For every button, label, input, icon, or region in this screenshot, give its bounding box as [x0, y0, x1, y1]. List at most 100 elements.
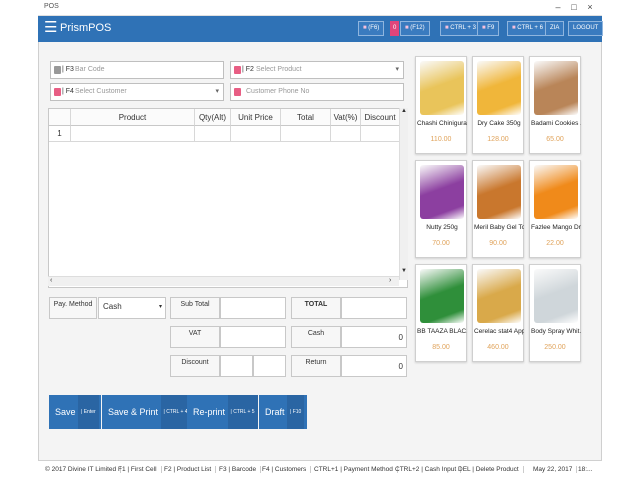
product-card[interactable]: Cerelac stat4 Appl... 460.00	[472, 264, 524, 362]
scroll-right-icon[interactable]: ›	[389, 277, 391, 284]
table-cell[interactable]	[331, 126, 361, 142]
product-field[interactable]: | F2 Select Product ▾	[230, 61, 404, 79]
cash-input[interactable]: 0	[341, 326, 407, 348]
phone-input[interactable]: Customer Phone No	[246, 88, 309, 95]
barcode-key: | F3	[62, 66, 74, 73]
table-cell[interactable]	[281, 126, 331, 142]
save-button[interactable]: Save | Enter	[49, 395, 101, 429]
hamburger-icon[interactable]: ☰	[44, 20, 57, 36]
product-name: Fazlee Mango Dri...	[531, 224, 581, 231]
shortcut-barcode: F3 | Barcode	[215, 466, 262, 473]
save-label: Save	[55, 407, 76, 417]
horizontal-scrollbar[interactable]: ‹ ›	[48, 276, 399, 286]
scroll-up-icon[interactable]: ▲	[401, 108, 407, 114]
column-header-discount: Discount	[361, 109, 399, 126]
reprint-button[interactable]: Re-print | CTRL + 5	[187, 395, 258, 429]
close-button[interactable]: ×	[582, 2, 598, 12]
ctrl3-button[interactable]: ■ CTRL + 3	[440, 21, 481, 36]
f6-badge: 0	[390, 21, 400, 36]
product-name: Nutty 250g	[426, 224, 458, 231]
product-name: Dry Cake 350g	[477, 120, 521, 127]
ctrl6-button[interactable]: ■ CTRL + 6	[507, 21, 548, 36]
column-header-unit-price: Unit Price	[231, 109, 281, 126]
table-cell[interactable]	[71, 126, 195, 142]
product-image	[534, 61, 578, 115]
pay-method-label: Pay. Method	[49, 297, 97, 319]
product-card[interactable]: Meril Baby Gel To... 90.00	[472, 160, 524, 258]
table-cell[interactable]	[195, 126, 231, 142]
product-name: Body Spray Whit...	[531, 328, 581, 335]
shortcut-cash-input: CTRL+2 | Cash Input	[391, 466, 462, 473]
product-price: 70.00	[432, 240, 450, 247]
subtotal-value	[220, 297, 286, 319]
save-print-button[interactable]: Save & Print | CTRL + 4	[102, 395, 191, 429]
f12-button[interactable]: ■ (F12)	[400, 21, 430, 36]
f9-label: F9	[487, 25, 495, 31]
scroll-down-icon[interactable]: ▼	[401, 268, 407, 274]
product-price: 250.00	[544, 344, 566, 351]
product-image	[477, 165, 521, 219]
product-card[interactable]: Dry Cake 350g 128.00	[472, 56, 524, 154]
product-card[interactable]: Body Spray Whit... 250.00	[529, 264, 581, 362]
table-cell[interactable]	[231, 126, 281, 142]
product-image	[420, 269, 464, 323]
product-image	[534, 269, 578, 323]
pay-method-value: Cash	[103, 302, 122, 311]
phone-field[interactable]: Customer Phone No	[230, 83, 404, 101]
shortcut-product-list: F2 | Product List	[160, 466, 217, 473]
return-label: Return	[291, 355, 341, 377]
product-price: 22.00	[546, 240, 564, 247]
chevron-down-icon[interactable]: ▾	[159, 303, 162, 310]
save-print-label: Save & Print	[108, 407, 159, 417]
product-price: 110.00	[430, 136, 452, 143]
draft-button[interactable]: Draft | F10	[259, 395, 307, 429]
barcode-input[interactable]: Bar Code	[75, 66, 105, 73]
scroll-left-icon[interactable]: ‹	[50, 277, 52, 284]
column-header-total: Total	[281, 109, 331, 126]
row-number: 1	[49, 126, 71, 142]
ctrl3-label: CTRL + 3	[450, 25, 476, 31]
vat-value	[220, 326, 286, 348]
product-select[interactable]: Select Product	[256, 66, 302, 73]
product-name: Cerelac stat4 Appl...	[474, 328, 524, 335]
barcode-field[interactable]: | F3 Bar Code	[50, 61, 224, 79]
customer-field[interactable]: | F4 Select Customer ▾	[50, 83, 224, 101]
f9-button[interactable]: ■ F9	[477, 21, 500, 36]
column-header-qty: Qty(Alt)	[195, 109, 231, 126]
vertical-scrollbar[interactable]: ▲ ▼	[399, 108, 408, 280]
product-price: 85.00	[432, 344, 450, 351]
product-name: Chashi Chinigura ...	[417, 120, 467, 127]
status-time: 18:...	[578, 466, 593, 473]
product-key: | F2	[242, 66, 254, 73]
table-cell[interactable]	[361, 126, 399, 142]
save-shortcut: | Enter	[78, 395, 99, 429]
column-header-vat: Vat(%)	[331, 109, 361, 126]
cart-icon: ■	[363, 25, 367, 31]
f6-button[interactable]: ■ (F6)	[358, 21, 385, 36]
window-title: POS	[44, 3, 59, 10]
column-header-index	[49, 109, 71, 126]
ctrl6-label: CTRL + 6	[517, 25, 543, 31]
logout-button[interactable]: LOGOUT	[568, 21, 604, 36]
product-card[interactable]: Badami Cookies ... 65.00	[529, 56, 581, 154]
pay-method-select[interactable]: Cash ▾	[98, 297, 166, 319]
chevron-down-icon[interactable]: ▾	[215, 87, 219, 95]
product-card[interactable]: Chashi Chinigura ... 110.00	[415, 56, 467, 154]
product-card[interactable]: BB TAAZA BLAC... 85.00	[415, 264, 467, 362]
maximize-button[interactable]: □	[566, 2, 582, 12]
customer-select[interactable]: Select Customer	[75, 88, 127, 95]
minimize-button[interactable]: –	[550, 2, 566, 12]
product-image	[420, 165, 464, 219]
product-image	[477, 269, 521, 323]
product-image	[534, 165, 578, 219]
discount-input[interactable]	[220, 355, 253, 377]
chevron-down-icon[interactable]: ▾	[395, 65, 399, 73]
report-icon: ■	[512, 25, 516, 31]
user-button[interactable]: ZIA	[545, 21, 565, 36]
product-card[interactable]: Fazlee Mango Dri... 22.00	[529, 160, 581, 258]
product-card[interactable]: Nutty 250g 70.00	[415, 160, 467, 258]
product-icon	[234, 66, 241, 74]
discount-percent-input[interactable]	[253, 355, 286, 377]
subtotal-label: Sub Total	[170, 297, 220, 319]
product-price: 65.00	[546, 136, 564, 143]
